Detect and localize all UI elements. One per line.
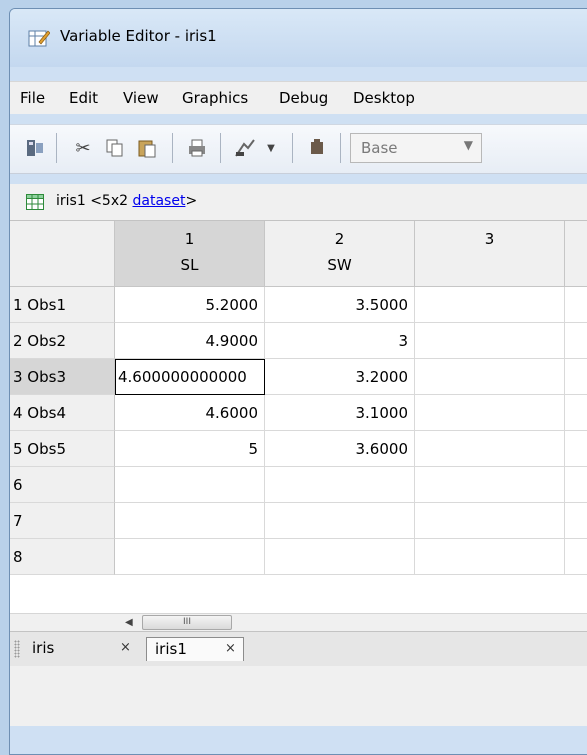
- row-header[interactable]: 5 Obs5: [10, 431, 115, 467]
- paste-icon[interactable]: [134, 135, 160, 161]
- toolbar-separator: [292, 133, 293, 163]
- cut-icon[interactable]: ✂: [70, 135, 96, 161]
- table-cell[interactable]: 3.5000: [265, 287, 415, 323]
- variable-info: iris1 <5x2 dataset>: [56, 193, 197, 209]
- column-name: SL: [180, 256, 199, 274]
- editing-cell[interactable]: 4.600000000000: [115, 359, 265, 395]
- workspace-select-value: Base: [361, 139, 398, 157]
- table-cell[interactable]: 4.6000: [115, 395, 265, 431]
- window-title: Variable Editor - iris1: [60, 27, 217, 45]
- table-cell[interactable]: [265, 503, 415, 539]
- column-name: SW: [327, 256, 352, 274]
- variable-size: <5x2: [90, 193, 129, 209]
- variable-editor-window: Variable Editor - iris1 File Edit View G…: [9, 8, 587, 755]
- stack-icon[interactable]: [304, 135, 330, 161]
- row-header[interactable]: 8: [10, 539, 115, 575]
- menu-graphics[interactable]: Graphics: [182, 89, 248, 107]
- drag-grip-icon[interactable]: [14, 640, 20, 658]
- scrollbar-thumb[interactable]: III: [142, 615, 232, 630]
- tab-label: iris: [32, 639, 55, 657]
- table-cell[interactable]: [565, 395, 587, 431]
- variable-info-bar: iris1 <5x2 dataset>: [10, 184, 587, 221]
- row-header[interactable]: 1 Obs1: [10, 287, 115, 323]
- table-cell[interactable]: 3: [265, 323, 415, 359]
- variable-name: iris1: [56, 193, 86, 209]
- grid-corner[interactable]: [10, 221, 115, 287]
- table-cell[interactable]: [265, 539, 415, 575]
- table-cell[interactable]: 3.2000: [265, 359, 415, 395]
- table-cell[interactable]: [415, 539, 565, 575]
- toolbar: ✂ ▼ Base ▼: [10, 124, 587, 174]
- table-cell[interactable]: [415, 359, 565, 395]
- toolbar-separator: [340, 133, 341, 163]
- row-header[interactable]: 7: [10, 503, 115, 539]
- row-header[interactable]: 4 Obs4: [10, 395, 115, 431]
- table-cell[interactable]: [115, 539, 265, 575]
- chevron-down-icon: ▼: [463, 138, 473, 152]
- plot-icon[interactable]: [232, 135, 258, 161]
- table-cell[interactable]: [265, 467, 415, 503]
- close-icon[interactable]: ×: [120, 640, 131, 655]
- tab-label: iris1: [155, 640, 187, 658]
- title-bar[interactable]: Variable Editor - iris1: [10, 9, 587, 67]
- table-cell[interactable]: [565, 323, 587, 359]
- menu-debug[interactable]: Debug: [279, 89, 328, 107]
- data-grid: 1 SL 2 SW 3 1 Obs1 5.2000 3.5000 2 Obs2 …: [10, 221, 587, 631]
- table-cell[interactable]: [415, 503, 565, 539]
- table-cell[interactable]: [415, 431, 565, 467]
- close-icon[interactable]: ×: [225, 641, 236, 656]
- table-cell[interactable]: [565, 467, 587, 503]
- table-cell[interactable]: [565, 287, 587, 323]
- table-cell[interactable]: 5.2000: [115, 287, 265, 323]
- table-icon: [26, 194, 44, 210]
- print-icon[interactable]: [184, 135, 210, 161]
- plot-dropdown-arrow-icon[interactable]: ▼: [258, 135, 284, 161]
- table-cell[interactable]: 5: [115, 431, 265, 467]
- column-header-3[interactable]: 3: [415, 221, 565, 287]
- workspace-select[interactable]: Base ▼: [350, 133, 482, 163]
- tab-iris[interactable]: iris ×: [24, 637, 142, 661]
- table-cell[interactable]: [415, 287, 565, 323]
- table-cell[interactable]: 4.9000: [115, 323, 265, 359]
- table-cell[interactable]: [115, 467, 265, 503]
- table-cell[interactable]: [415, 323, 565, 359]
- import-data-icon[interactable]: [22, 135, 48, 161]
- toolbar-separator: [220, 133, 221, 163]
- table-cell[interactable]: 3.6000: [265, 431, 415, 467]
- row-header-selected[interactable]: 3 Obs3: [10, 359, 115, 395]
- column-number: 1: [184, 230, 195, 248]
- menu-edit[interactable]: Edit: [69, 89, 98, 107]
- menu-file[interactable]: File: [20, 89, 45, 107]
- column-header-1[interactable]: 1 SL: [115, 221, 265, 287]
- table-cell[interactable]: [565, 539, 587, 575]
- table-cell[interactable]: [565, 359, 587, 395]
- horizontal-scrollbar[interactable]: ◀ III: [10, 613, 587, 632]
- table-cell[interactable]: [115, 503, 265, 539]
- status-bar: [10, 666, 587, 726]
- toolbar-separator: [56, 133, 57, 163]
- menu-view[interactable]: View: [123, 89, 159, 107]
- column-number: 3: [484, 230, 495, 248]
- table-cell[interactable]: [415, 395, 565, 431]
- column-header-4[interactable]: [565, 221, 587, 287]
- table-cell[interactable]: [565, 431, 587, 467]
- table-cell[interactable]: 3.1000: [265, 395, 415, 431]
- row-header[interactable]: 6: [10, 467, 115, 503]
- copy-icon[interactable]: [102, 135, 128, 161]
- variable-info-suffix: >: [185, 193, 198, 209]
- column-header-2[interactable]: 2 SW: [265, 221, 415, 287]
- variable-editor-app-icon: [28, 30, 50, 47]
- tab-iris1[interactable]: iris1 ×: [146, 637, 244, 661]
- scroll-left-arrow-icon[interactable]: ◀: [125, 617, 133, 628]
- toolbar-separator: [172, 133, 173, 163]
- document-tab-bar: iris × iris1 ×: [10, 631, 587, 667]
- table-cell[interactable]: [565, 503, 587, 539]
- class-link[interactable]: dataset: [133, 193, 186, 209]
- table-cell[interactable]: [415, 467, 565, 503]
- menu-bar: File Edit View Graphics Debug Desktop: [10, 81, 587, 114]
- row-header[interactable]: 2 Obs2: [10, 323, 115, 359]
- column-number: 2: [334, 230, 345, 248]
- menu-desktop[interactable]: Desktop: [353, 89, 415, 107]
